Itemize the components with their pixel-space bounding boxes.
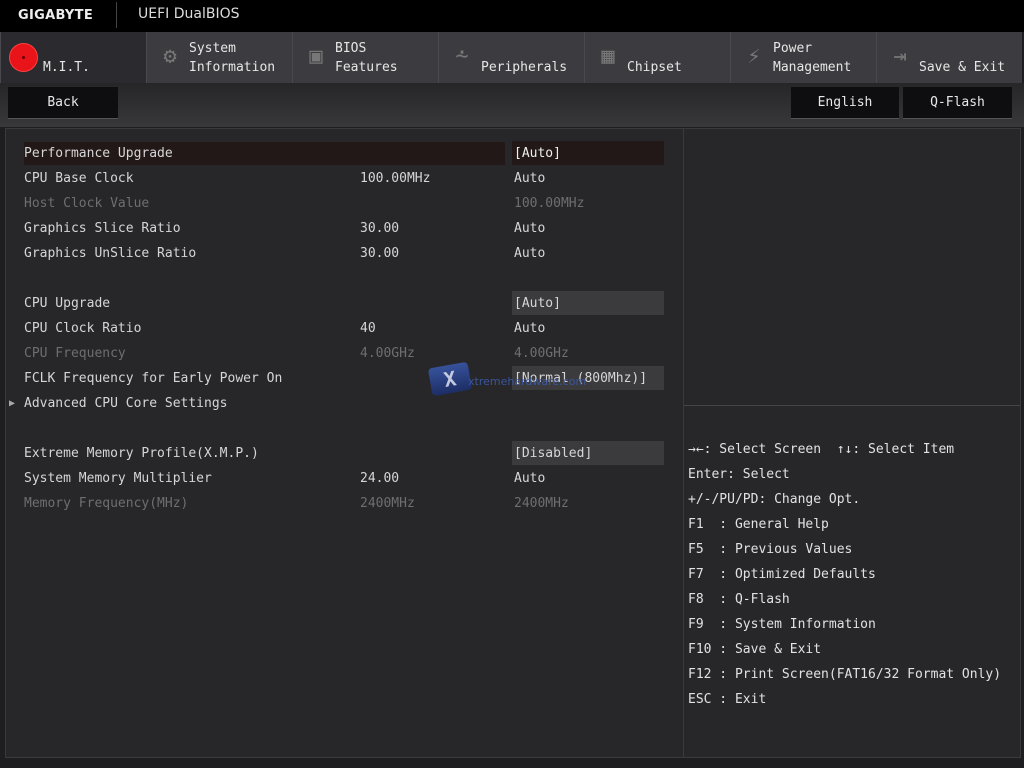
watermark-text: xtremehardware.com xyxy=(468,375,587,388)
mit-dial-icon xyxy=(10,44,37,71)
setting-row[interactable]: Performance Upgrade [Auto] xyxy=(6,141,685,166)
key-help-line: F12 : Print Screen(FAT16/32 Format Only) xyxy=(688,667,1002,682)
tab-label: M.I.T. xyxy=(43,60,90,75)
item-help-area xyxy=(684,129,1020,406)
setting-name: CPU Clock Ratio xyxy=(24,321,142,336)
bios-chip-icon: ▣ xyxy=(309,44,323,69)
setting-name: CPU Frequency xyxy=(24,346,126,361)
tab-label: Power Management xyxy=(773,41,852,75)
tab-label: BIOS Features xyxy=(335,41,398,75)
help-panel: →←: Select Screen ↑↓: Select Item Enter: … xyxy=(683,128,1021,758)
setting-name: Advanced CPU Core Settings xyxy=(24,396,228,411)
divider xyxy=(116,2,117,28)
setting-row: Host Clock Value 100.00MHz xyxy=(6,191,685,216)
key-help-line: F5 : Previous Values xyxy=(688,542,853,557)
setting-row[interactable]: Graphics Slice Ratio 30.00 Auto xyxy=(6,216,685,241)
key-help-line: F9 : System Information xyxy=(688,617,876,632)
setting-value[interactable]: [Disabled] xyxy=(512,441,664,465)
setting-row[interactable]: System Memory Multiplier 24.00 Auto xyxy=(6,466,685,491)
tab-label: Chipset xyxy=(627,60,682,75)
setting-row: CPU Frequency 4.00GHz 4.00GHz xyxy=(6,341,685,366)
setting-name: CPU Upgrade xyxy=(24,296,111,311)
setting-value[interactable]: [Auto] xyxy=(512,291,664,315)
key-help-line: F8 : Q-Flash xyxy=(688,592,790,607)
gear-icon: ⚙ xyxy=(163,44,177,69)
gigabyte-logo: GIGABYTE xyxy=(18,8,93,23)
setting-name: Extreme Memory Profile(X.M.P.) xyxy=(24,446,259,461)
title-bar: GIGABYTE UEFI DualBIOS xyxy=(0,0,1024,32)
tab-label: Save & Exit xyxy=(919,60,1006,75)
setting-row[interactable]: CPU Upgrade [Auto] xyxy=(6,291,685,316)
setting-value[interactable]: Auto xyxy=(512,216,664,240)
tab-save-exit[interactable]: ⇥ Save & Exit xyxy=(876,32,1022,83)
setting-value[interactable]: Auto xyxy=(512,316,664,340)
setting-name: System Memory Multiplier xyxy=(24,471,212,486)
setting-current-value: 24.00 xyxy=(360,471,400,486)
setting-current-value: 4.00GHz xyxy=(360,346,415,361)
setting-value: 2400MHz xyxy=(514,496,569,511)
setting-current-value: 2400MHz xyxy=(360,496,415,511)
key-help-line: F7 : Optimized Defaults xyxy=(688,567,876,582)
peripherals-icon: ⩪ xyxy=(455,44,469,69)
setting-row[interactable]: CPU Clock Ratio 40 Auto xyxy=(6,316,685,341)
tab-m-i-t[interactable]: M.I.T. xyxy=(0,32,146,83)
setting-name: CPU Base Clock xyxy=(24,171,134,186)
tab-peripherals[interactable]: ⩪ Peripherals xyxy=(438,32,584,83)
tab-bios-features[interactable]: ▣ BIOS Features xyxy=(292,32,438,83)
setting-name: Host Clock Value xyxy=(24,196,150,211)
setting-value[interactable]: Auto xyxy=(512,466,664,490)
submenu-arrow-icon: ▶ xyxy=(9,398,16,409)
back-button[interactable]: Back xyxy=(8,87,118,119)
setting-row[interactable]: CPU Base Clock 100.00MHz Auto xyxy=(6,166,685,191)
key-help-line: +/-/PU/PD: Change Opt. xyxy=(688,492,861,507)
power-bolt-icon: ⚡ xyxy=(747,44,761,69)
toolbar: Back English Q-Flash xyxy=(0,83,1024,127)
setting-current-value: 30.00 xyxy=(360,246,400,261)
setting-current-value: 40 xyxy=(360,321,376,336)
setting-value[interactable]: Auto xyxy=(512,166,664,190)
key-help-line: F10 : Save & Exit xyxy=(688,642,822,657)
main-tabs: M.I.T. ⚙ System Information ▣ BIOS Features ⩪… xyxy=(0,32,1022,83)
setting-current-value: 30.00 xyxy=(360,221,400,236)
setting-row: Memory Frequency(MHz) 2400MHz 2400MHz xyxy=(6,491,685,516)
qflash-button[interactable]: Q-Flash xyxy=(903,87,1012,119)
setting-row[interactable]: Graphics UnSlice Ratio 30.00 Auto xyxy=(6,241,685,266)
exit-door-icon: ⇥ xyxy=(893,44,907,69)
key-help-line: ESC : Exit xyxy=(688,692,767,707)
tab-chipset[interactable]: ▦ Chipset xyxy=(584,32,730,83)
setting-name: Memory Frequency(MHz) xyxy=(24,496,189,511)
setting-name: Graphics UnSlice Ratio xyxy=(24,246,197,261)
key-help-line: F1 : General Help xyxy=(688,517,829,532)
setting-value: 4.00GHz xyxy=(514,346,569,361)
chipset-icon: ▦ xyxy=(601,44,615,69)
app-title: UEFI DualBIOS xyxy=(138,6,240,22)
tab-power-management[interactable]: ⚡ Power Management xyxy=(730,32,876,83)
tab-label: Peripherals xyxy=(481,60,568,75)
key-help-line: →←: Select Screen ↑↓: Select Item xyxy=(688,442,955,457)
key-help-line: Enter: Select xyxy=(688,467,790,482)
setting-value[interactable]: Auto xyxy=(512,241,664,265)
setting-name: Performance Upgrade xyxy=(24,146,173,161)
settings-panel: Performance Upgrade [Auto] CPU Base Clock 1… xyxy=(5,128,684,758)
setting-row[interactable]: Extreme Memory Profile(X.M.P.) [Disabled] xyxy=(6,441,685,466)
setting-value: 100.00MHz xyxy=(514,196,585,211)
setting-row[interactable]: ▶ Advanced CPU Core Settings xyxy=(6,391,685,416)
tab-system-information[interactable]: ⚙ System Information xyxy=(146,32,292,83)
setting-name: FCLK Frequency for Early Power On xyxy=(24,371,283,386)
tab-label: System Information xyxy=(189,41,276,75)
setting-value[interactable]: [Auto] xyxy=(512,141,664,165)
setting-current-value: 100.00MHz xyxy=(360,171,431,186)
language-button[interactable]: English xyxy=(791,87,899,119)
setting-name: Graphics Slice Ratio xyxy=(24,221,181,236)
